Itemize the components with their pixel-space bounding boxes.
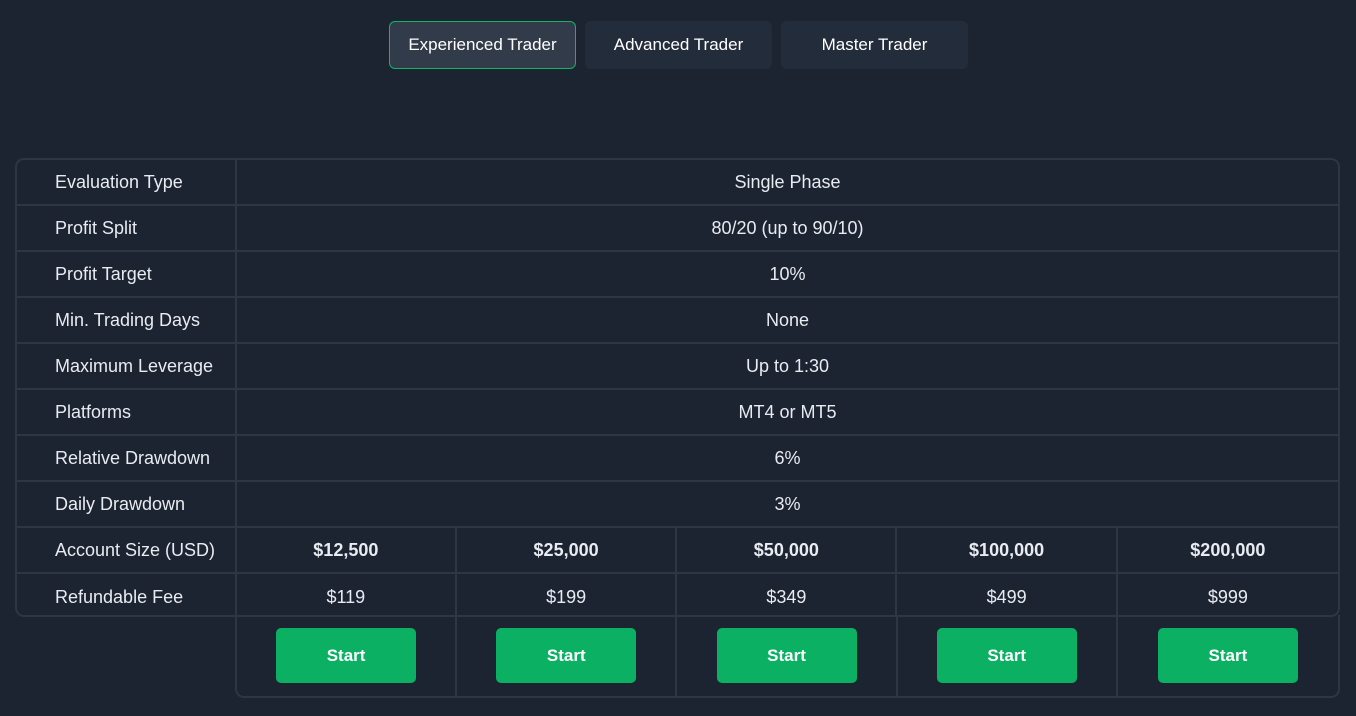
- start-button-100000[interactable]: Start: [936, 628, 1077, 683]
- row-value: Single Phase: [734, 171, 841, 192]
- account-size-value: $200,000: [1190, 539, 1266, 560]
- tab-experienced-trader[interactable]: Experienced Trader: [389, 21, 576, 69]
- row-label: Refundable Fee: [17, 574, 237, 615]
- row-label: Maximum Leverage: [17, 344, 237, 388]
- table-row-daily-drawdown: Daily Drawdown 3%: [17, 482, 1338, 528]
- table-row-platforms: Platforms MT4 or MT5: [17, 390, 1338, 436]
- refundable-fee-value: $999: [1207, 586, 1248, 607]
- refundable-fee-value: $499: [897, 574, 1118, 615]
- table-row-refundable-fee: Refundable Fee $119 $199 $349 $499 $999: [17, 574, 1338, 615]
- row-value: Up to 1:30: [745, 355, 830, 376]
- table-row-profit-split: Profit Split 80/20 (up to 90/10): [17, 206, 1338, 252]
- evaluation-table-body: Evaluation Type Single Phase Profit Spli…: [15, 158, 1340, 617]
- start-button-12500[interactable]: Start: [276, 628, 417, 683]
- row-value: 10%: [769, 263, 806, 284]
- account-size-value: $12,500: [237, 528, 457, 572]
- start-button-50000[interactable]: Start: [716, 628, 857, 683]
- evaluation-table: Evaluation Type Single Phase Profit Spli…: [15, 158, 1340, 698]
- row-label: Profit Target: [17, 252, 237, 296]
- row-label: Profit Split: [17, 206, 237, 250]
- start-buttons-row: Start Start Start Start Start: [235, 615, 1340, 698]
- tab-master-trader[interactable]: Master Trader: [781, 21, 968, 69]
- table-row-account-size: Account Size (USD) $12,500 $25,000 $50,0…: [17, 528, 1338, 574]
- row-value: 6%: [774, 447, 801, 468]
- start-cell: Start: [237, 615, 458, 696]
- refundable-fee-value: $119: [237, 574, 457, 615]
- table-row-profit-target: Profit Target 10%: [17, 252, 1338, 298]
- account-size-value: $25,000: [457, 528, 678, 572]
- table-row-evaluation-type: Evaluation Type Single Phase: [17, 160, 1338, 206]
- refundable-fee-value: $349: [677, 574, 898, 615]
- row-label: Evaluation Type: [17, 160, 237, 204]
- row-label: Daily Drawdown: [17, 482, 237, 526]
- row-value: None: [765, 309, 810, 330]
- table-row-min-trading-days: Min. Trading Days None: [17, 298, 1338, 344]
- row-label: Account Size (USD): [17, 528, 237, 572]
- table-row-relative-drawdown: Relative Drawdown 6%: [17, 436, 1338, 482]
- row-value: 80/20 (up to 90/10): [711, 217, 864, 238]
- start-button-25000[interactable]: Start: [496, 628, 637, 683]
- account-size-value: $100,000: [897, 528, 1118, 572]
- start-cell: Start: [677, 615, 898, 696]
- table-row-maximum-leverage: Maximum Leverage Up to 1:30: [17, 344, 1338, 390]
- row-value: MT4 or MT5: [738, 401, 837, 422]
- start-cell: Start: [898, 615, 1118, 696]
- trader-level-tabs: Experienced Trader Advanced Trader Maste…: [389, 21, 968, 69]
- row-value: 3%: [774, 493, 801, 514]
- account-size-value: $50,000: [677, 528, 898, 572]
- tab-advanced-trader[interactable]: Advanced Trader: [585, 21, 772, 69]
- start-button-200000[interactable]: Start: [1157, 628, 1298, 683]
- refundable-fee-value: $199: [457, 574, 678, 615]
- row-label: Relative Drawdown: [17, 436, 237, 480]
- start-cell: Start: [1118, 615, 1338, 696]
- row-label: Platforms: [17, 390, 237, 434]
- start-cell: Start: [457, 615, 678, 696]
- row-label: Min. Trading Days: [17, 298, 237, 342]
